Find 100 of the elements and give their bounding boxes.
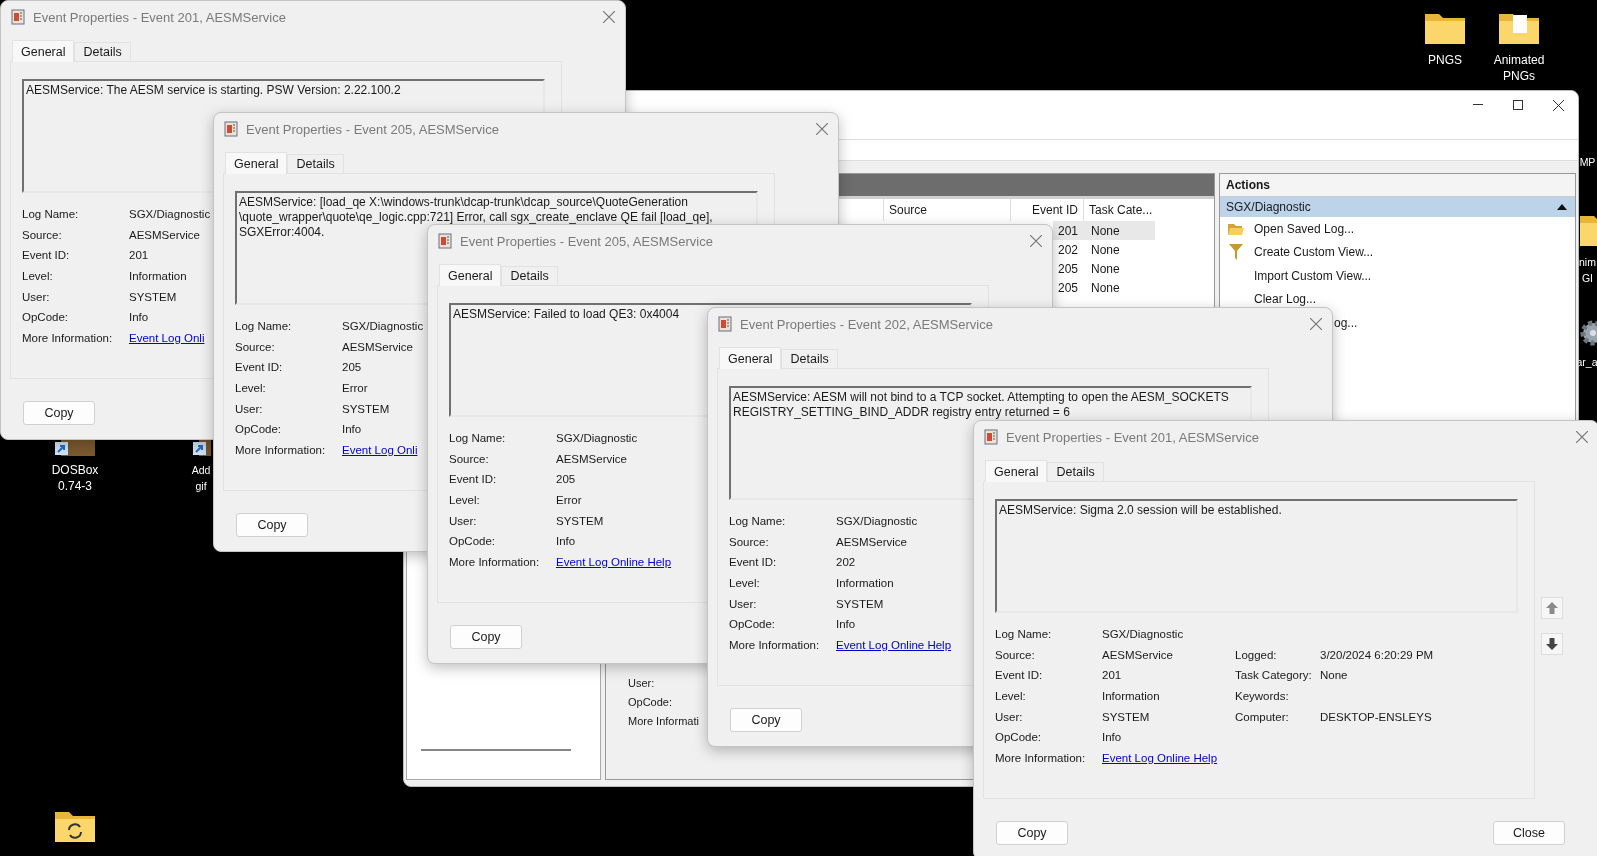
field-label: User:: [235, 402, 264, 415]
copy-button[interactable]: Copy: [23, 401, 95, 425]
field-value: SGX/Diagnostic: [342, 320, 424, 333]
field-label: More Information:: [235, 443, 327, 456]
event-log-icon: [718, 316, 732, 332]
previous-event-button[interactable]: [1541, 597, 1563, 619]
field-label: OpCode:: [235, 423, 283, 436]
field-value: Info: [342, 423, 362, 436]
column-header[interactable]: Source: [883, 199, 1010, 221]
table-cell[interactable]: None: [1083, 240, 1155, 259]
table-cell[interactable]: None: [1083, 259, 1155, 278]
tab[interactable]: Details: [74, 42, 131, 61]
tab[interactable]: Details: [287, 154, 344, 173]
field-value: AESMService: [556, 452, 627, 465]
desktop-icon-label[interactable]: DOSBox 0.74-3: [51, 462, 99, 494]
field-value: Information: [129, 270, 187, 283]
field-value: AESMService: [1102, 648, 1173, 661]
close-icon[interactable]: [1553, 99, 1564, 111]
action-link[interactable]: Open Saved Log...: [1254, 221, 1355, 236]
shortcut-icon[interactable]: [53, 440, 97, 456]
field-value: 3/20/2024 6:20:29 PM: [1320, 648, 1435, 661]
action-link[interactable]: Clear Log...: [1254, 292, 1317, 307]
field-label: Source:: [995, 648, 1036, 661]
tab[interactable]: General: [12, 40, 75, 62]
field-label: OpCode:: [22, 311, 70, 324]
tab[interactable]: Details: [1047, 462, 1104, 481]
field-label: Event ID:: [235, 361, 284, 374]
field-label: Log Name:: [449, 432, 507, 445]
field-label: Event ID:: [729, 556, 778, 569]
copy-button[interactable]: Copy: [236, 513, 308, 537]
field-label: Level:: [235, 382, 267, 395]
tab[interactable]: General: [985, 460, 1048, 482]
field-label: Computer:: [1235, 710, 1290, 723]
action-link[interactable]: Import Custom View...: [1254, 268, 1372, 283]
help-link[interactable]: Event Log Onli: [129, 331, 205, 344]
field-value: SYSTEM: [342, 402, 390, 415]
field-value: 201: [1102, 669, 1122, 682]
table-cell[interactable]: 201: [1053, 221, 1083, 240]
field-label: OpCode:: [449, 535, 497, 548]
next-event-button[interactable]: [1541, 633, 1563, 655]
table-cell[interactable]: 205: [1053, 259, 1083, 278]
copy-button[interactable]: Copy: [996, 821, 1068, 845]
table-cell[interactable]: 205: [1053, 278, 1083, 297]
field-value: AESMService: [836, 535, 907, 548]
desktop-icon-label[interactable]: PNGS: [1428, 52, 1462, 68]
action-group[interactable]: SGX/Diagnostic: [1220, 197, 1575, 217]
field-value: 205: [342, 361, 362, 374]
field-value: Information: [836, 577, 894, 590]
tab[interactable]: General: [719, 347, 782, 369]
field-value: Error: [342, 382, 368, 395]
table-cell[interactable]: 202: [1053, 240, 1083, 259]
field-label: Event ID:: [449, 473, 498, 486]
field-label: More Information:: [22, 331, 114, 344]
desktop-icon-label[interactable]: Add gif: [191, 462, 211, 494]
field-label: User:: [22, 290, 51, 303]
collapse-icon[interactable]: [1557, 204, 1567, 210]
field-label: User:: [449, 514, 478, 527]
field-value: SGX/Diagnostic: [129, 208, 211, 221]
minimize-icon[interactable]: [1473, 104, 1483, 106]
event-log-icon: [984, 429, 998, 445]
field-value: Info: [836, 618, 856, 631]
field-value: Error: [556, 494, 582, 507]
field-label: More Informati: [628, 715, 699, 727]
tab[interactable]: General: [439, 264, 502, 286]
desktop-icon-label[interactable]: Animated PNGs: [1493, 52, 1545, 84]
down-arrow-icon: [1546, 638, 1558, 650]
help-link[interactable]: Event Log Online Help: [1102, 751, 1218, 764]
field-value: 201: [129, 249, 149, 262]
field-value: Info: [129, 311, 149, 324]
copy-button[interactable]: Copy: [730, 708, 802, 732]
close-button[interactable]: Close: [1493, 821, 1565, 845]
field-value: 202: [836, 556, 856, 569]
copy-button[interactable]: Copy: [450, 625, 522, 649]
action-link[interactable]: Create Custom View...: [1254, 245, 1374, 260]
field-value: SYSTEM: [129, 290, 177, 303]
field-label: More Information:: [449, 555, 541, 568]
field-label: Level:: [995, 690, 1027, 703]
maximize-icon[interactable]: [1513, 100, 1523, 110]
field-label: Source:: [235, 340, 276, 353]
field-value: SYSTEM: [836, 597, 884, 610]
tab[interactable]: Details: [781, 349, 838, 368]
field-label: More Information:: [729, 638, 821, 651]
desktop-icon-label[interactable]: MP: [1579, 154, 1596, 170]
help-link[interactable]: Event Log Online Help: [556, 555, 672, 568]
field-value: SGX/Diagnostic: [556, 432, 638, 445]
table-cell[interactable]: None: [1083, 278, 1155, 297]
event-log-icon: [224, 121, 238, 137]
tab[interactable]: Details: [501, 266, 558, 285]
shortcut-icon[interactable]: [191, 440, 211, 456]
help-link[interactable]: Event Log Onli: [342, 443, 418, 456]
field-value: 205: [556, 473, 576, 486]
field-value: AESMService: [342, 340, 413, 353]
help-link[interactable]: Event Log Online Help: [836, 638, 952, 651]
desktop-icon-label[interactable]: nim GI: [1579, 254, 1596, 286]
field-value: DESKTOP-ENSLEYS: [1320, 710, 1433, 723]
table-cell[interactable]: None: [1083, 221, 1155, 240]
tab[interactable]: General: [225, 152, 288, 174]
event-log-icon: [11, 9, 25, 25]
field-value: AESMService: [129, 228, 200, 241]
field-label: Log Name:: [995, 628, 1053, 641]
